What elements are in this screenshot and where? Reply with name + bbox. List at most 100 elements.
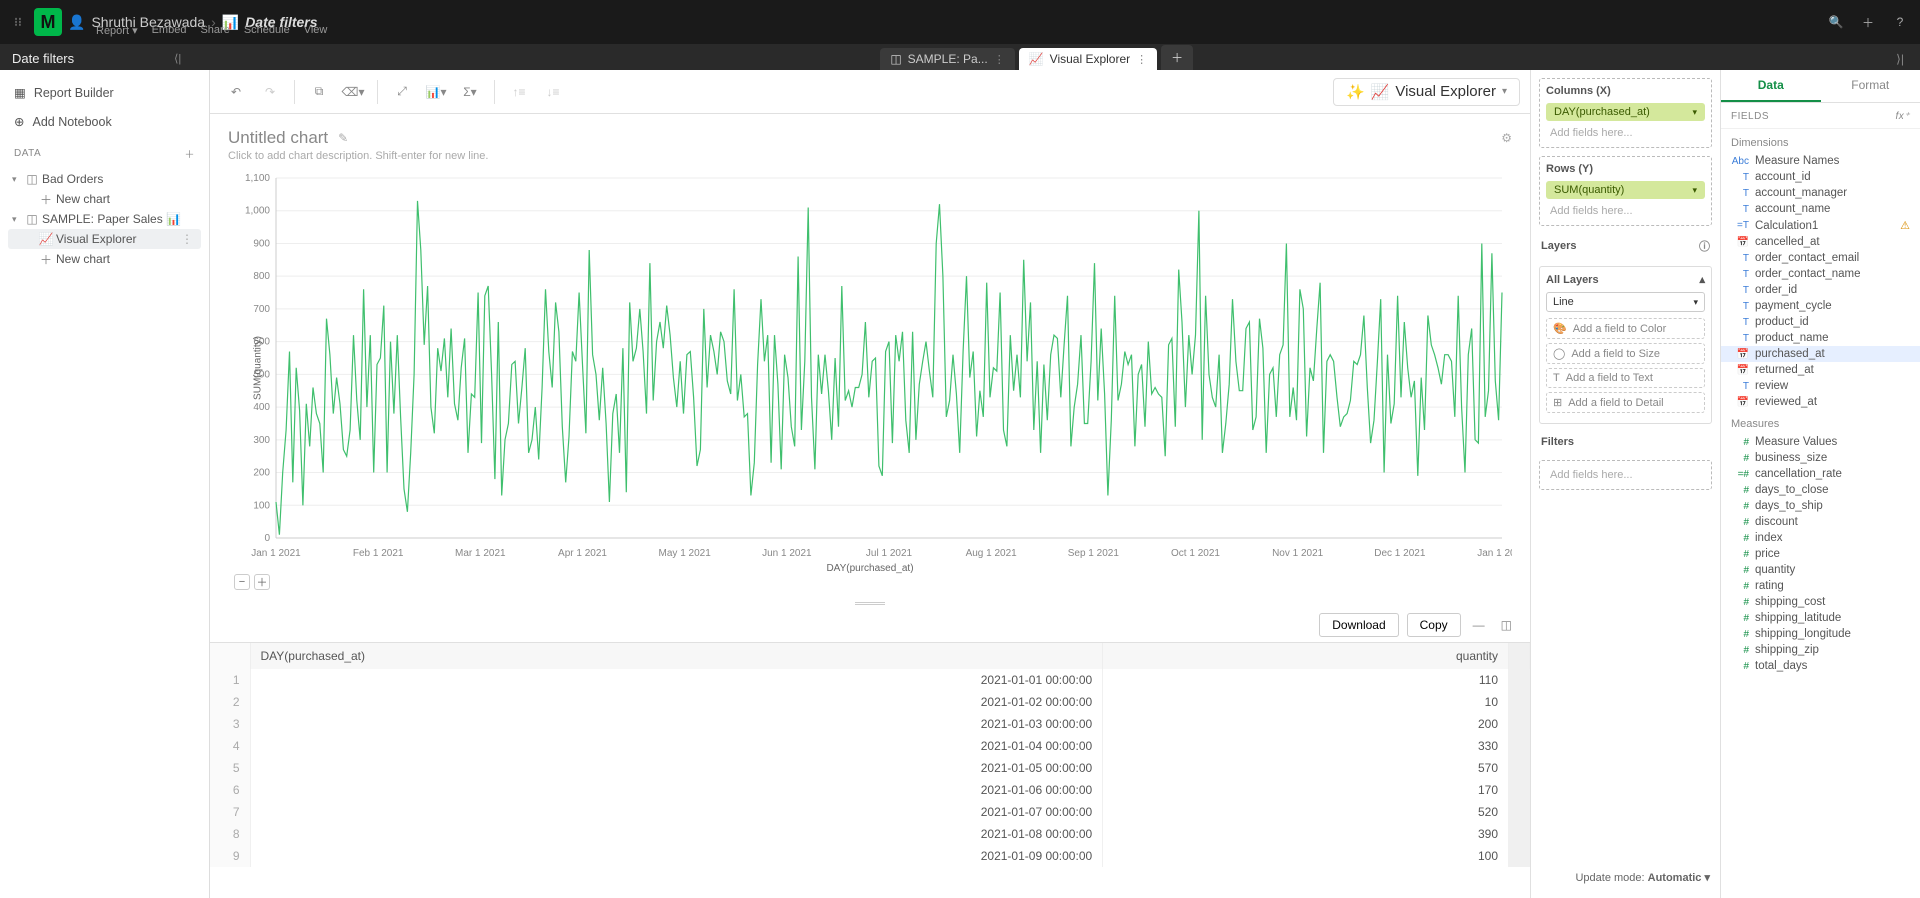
columns-pill[interactable]: DAY(purchased_at)▾ xyxy=(1546,103,1705,121)
doc-tab[interactable]: ◫SAMPLE: Pa...⋮ xyxy=(880,48,1014,70)
add-field-icon[interactable]: fx⁺ xyxy=(1895,111,1910,122)
field-item[interactable]: 📅cancelled_at xyxy=(1721,234,1920,250)
expand-table-icon[interactable]: ◫ xyxy=(1497,618,1516,632)
add-notebook-item[interactable]: ⊕ Add Notebook xyxy=(8,109,201,134)
duplicate-button[interactable]: ⧉ xyxy=(303,77,335,107)
tree-item[interactable]: 📈Visual Explorer⋮ xyxy=(8,229,201,249)
mark-color-shelf[interactable]: 🎨Add a field to Color xyxy=(1546,318,1705,339)
chart-description[interactable]: Click to add chart description. Shift-en… xyxy=(228,150,1512,162)
help-icon[interactable]: ? xyxy=(1890,12,1910,32)
col1-header[interactable]: DAY(purchased_at) xyxy=(250,643,1103,669)
field-item[interactable]: 📅returned_at xyxy=(1721,362,1920,378)
field-item[interactable]: #rating xyxy=(1721,578,1920,594)
field-item[interactable]: #price xyxy=(1721,546,1920,562)
table-row[interactable]: 52021-01-05 00:00:00570 xyxy=(210,757,1530,779)
tree-item[interactable]: ＋New chart xyxy=(8,249,201,269)
mark-type-select[interactable]: Line▾ xyxy=(1546,292,1705,312)
table-row[interactable]: 72021-01-07 00:00:00520 xyxy=(210,801,1530,823)
field-item[interactable]: #Measure Values xyxy=(1721,434,1920,450)
data-tab[interactable]: Data xyxy=(1721,70,1821,102)
chart-title[interactable]: Untitled chart xyxy=(228,128,328,148)
table-row[interactable]: 82021-01-08 00:00:00390 xyxy=(210,823,1530,845)
sort-asc-button[interactable]: ↑≡ xyxy=(503,77,535,107)
app-logo[interactable]: M xyxy=(34,8,62,36)
field-item[interactable]: =TCalculation1⚠ xyxy=(1721,217,1920,234)
menu-item[interactable]: Embed xyxy=(152,24,187,37)
redo-button[interactable]: ↷ xyxy=(254,77,286,107)
tab-menu-icon[interactable]: ⋮ xyxy=(1136,53,1147,66)
field-item[interactable]: Taccount_id xyxy=(1721,169,1920,185)
undo-button[interactable]: ↶ xyxy=(220,77,252,107)
mark-size-shelf[interactable]: ◯Add a field to Size xyxy=(1546,343,1705,364)
update-mode[interactable]: Update mode: Automatic ▾ xyxy=(1539,865,1712,890)
menu-item[interactable]: Report ▾ xyxy=(96,24,138,37)
rows-pill[interactable]: SUM(quantity)▾ xyxy=(1546,181,1705,199)
field-item[interactable]: Torder_contact_email xyxy=(1721,250,1920,266)
field-item[interactable]: #business_size xyxy=(1721,450,1920,466)
clear-button[interactable]: ⌫▾ xyxy=(337,77,369,107)
field-item[interactable]: #total_days xyxy=(1721,658,1920,674)
field-item[interactable]: Taccount_manager xyxy=(1721,185,1920,201)
panel-toggle-icon[interactable]: ⟩| xyxy=(1888,52,1912,70)
sort-desc-button[interactable]: ↓≡ xyxy=(537,77,569,107)
field-item[interactable]: 📅purchased_at xyxy=(1721,346,1920,362)
aggregate-button[interactable]: Σ▾ xyxy=(454,77,486,107)
sidebar-collapse-icon[interactable]: ⟨| xyxy=(174,52,181,65)
swap-axes-button[interactable]: ⤢ xyxy=(386,77,418,107)
table-row[interactable]: 92021-01-09 00:00:00100 xyxy=(210,845,1530,867)
field-item[interactable]: #quantity xyxy=(1721,562,1920,578)
field-item[interactable]: #days_to_close xyxy=(1721,482,1920,498)
table-row[interactable]: 42021-01-04 00:00:00330 xyxy=(210,735,1530,757)
mark-text-shelf[interactable]: TAdd a field to Text xyxy=(1546,368,1705,388)
chart-settings-icon[interactable]: ⚙ xyxy=(1501,131,1512,145)
field-item[interactable]: =#cancellation_rate xyxy=(1721,466,1920,482)
ve-badge[interactable]: ✨ 📈 Visual Explorer ▾ xyxy=(1333,78,1520,106)
field-item[interactable]: Tproduct_name xyxy=(1721,330,1920,346)
format-tab[interactable]: Format xyxy=(1821,70,1920,102)
edit-title-icon[interactable]: ✎ xyxy=(338,131,348,145)
field-item[interactable]: 📅reviewed_at xyxy=(1721,394,1920,410)
field-item[interactable]: Treview xyxy=(1721,378,1920,394)
add-data-icon[interactable]: ＋ xyxy=(185,146,196,161)
columns-shelf[interactable]: Columns (X) DAY(purchased_at)▾ Add field… xyxy=(1539,78,1712,148)
field-item[interactable]: #days_to_ship xyxy=(1721,498,1920,514)
download-button[interactable]: Download xyxy=(1319,613,1398,637)
field-item[interactable]: AbcMeasure Names xyxy=(1721,153,1920,169)
tree-item[interactable]: ▾◫SAMPLE: Paper Sales 📊 xyxy=(8,209,201,229)
info-icon[interactable]: ⓘ xyxy=(1699,238,1710,254)
field-item[interactable]: #index xyxy=(1721,530,1920,546)
col2-header[interactable]: quantity xyxy=(1103,643,1509,669)
tree-item[interactable]: ＋New chart xyxy=(8,189,201,209)
menu-item[interactable]: Share xyxy=(200,24,229,37)
filters-shelf[interactable]: Add fields here... xyxy=(1539,460,1712,490)
field-item[interactable]: #shipping_longitude xyxy=(1721,626,1920,642)
field-item[interactable]: Tproduct_id xyxy=(1721,314,1920,330)
field-item[interactable]: Torder_contact_name xyxy=(1721,266,1920,282)
field-item[interactable]: Tpayment_cycle xyxy=(1721,298,1920,314)
table-row[interactable]: 22021-01-02 00:00:0010 xyxy=(210,691,1530,713)
table-row[interactable]: 12021-01-01 00:00:00110 xyxy=(210,669,1530,691)
field-item[interactable]: #shipping_zip xyxy=(1721,642,1920,658)
field-item[interactable]: Taccount_name xyxy=(1721,201,1920,217)
menu-item[interactable]: View xyxy=(304,24,328,37)
field-item[interactable]: Torder_id xyxy=(1721,282,1920,298)
table-row[interactable]: 32021-01-03 00:00:00200 xyxy=(210,713,1530,735)
zoom-out-button[interactable]: − xyxy=(234,574,250,590)
mark-detail-shelf[interactable]: ⊞Add a field to Detail xyxy=(1546,392,1705,413)
table-row[interactable]: 62021-01-06 00:00:00170 xyxy=(210,779,1530,801)
search-icon[interactable]: 🔍 xyxy=(1826,12,1846,32)
rows-shelf[interactable]: Rows (Y) SUM(quantity)▾ Add fields here.… xyxy=(1539,156,1712,226)
all-layers-toggle[interactable]: All Layers ▴ xyxy=(1546,273,1705,292)
report-builder-item[interactable]: ▦ Report Builder xyxy=(8,80,201,105)
chart-type-button[interactable]: 📊▾ xyxy=(420,77,452,107)
zoom-in-button[interactable]: ＋ xyxy=(254,574,270,590)
tab-menu-icon[interactable]: ⋮ xyxy=(994,53,1005,66)
tree-item[interactable]: ▾◫Bad Orders xyxy=(8,169,201,189)
more-icon[interactable]: ⋮ xyxy=(177,232,197,246)
field-item[interactable]: #shipping_latitude xyxy=(1721,610,1920,626)
doc-tab[interactable]: 📈Visual Explorer⋮ xyxy=(1019,48,1157,70)
copy-button[interactable]: Copy xyxy=(1407,613,1461,637)
field-item[interactable]: #discount xyxy=(1721,514,1920,530)
field-item[interactable]: #shipping_cost xyxy=(1721,594,1920,610)
split-drag-handle[interactable] xyxy=(210,598,1530,608)
